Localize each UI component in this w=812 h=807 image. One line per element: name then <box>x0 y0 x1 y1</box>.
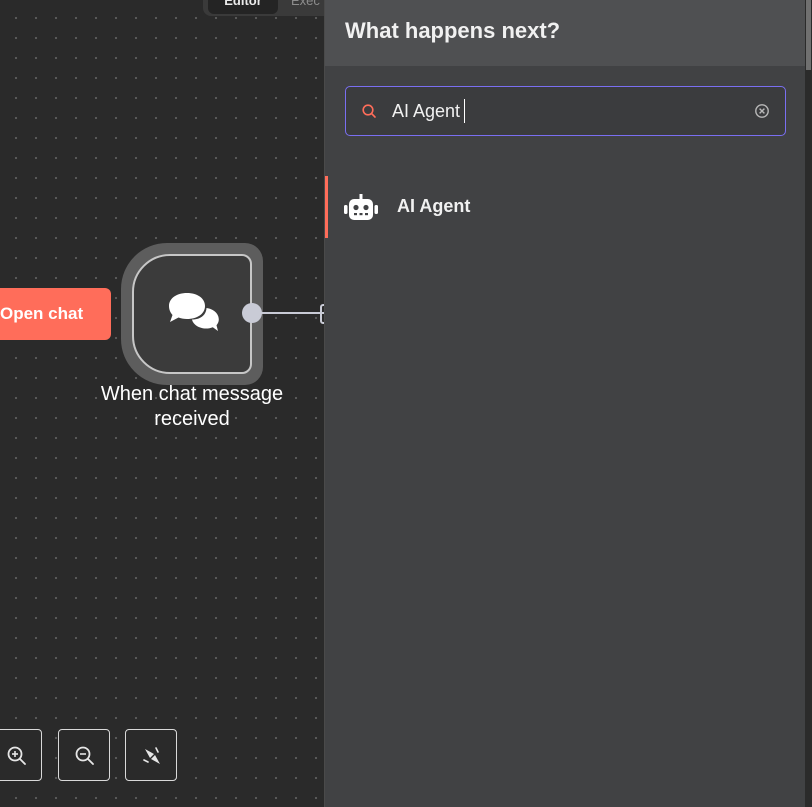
zoom-out-button[interactable] <box>58 729 110 781</box>
node-label: When chat message received <box>100 383 284 430</box>
open-chat-button[interactable]: Open chat <box>0 288 111 340</box>
result-item-ai-agent[interactable]: AI Agent <box>325 176 805 238</box>
search-input[interactable] <box>392 97 732 125</box>
clear-search-icon[interactable] <box>754 103 770 119</box>
robot-icon <box>344 194 378 220</box>
zoom-out-icon <box>75 746 94 765</box>
tidy-up-icon <box>143 747 160 764</box>
zoom-in-icon <box>7 746 26 765</box>
chat-trigger-node[interactable] <box>132 254 252 374</box>
view-tab-switcher: Editor Exec <box>203 0 324 16</box>
scrollbar-thumb[interactable] <box>806 0 811 70</box>
node-creator-panel: What happens next? AI Agent <box>324 0 806 807</box>
chat-bubbles-icon <box>169 293 219 331</box>
panel-header: What happens next? <box>325 0 806 66</box>
connection-line <box>258 312 324 314</box>
tab-editor[interactable]: Editor <box>208 0 278 14</box>
zoom-in-button[interactable] <box>0 729 42 781</box>
panel-title: What happens next? <box>345 18 561 43</box>
tab-executions[interactable]: Exec <box>291 0 320 14</box>
selected-indicator <box>325 176 328 238</box>
text-caret <box>464 99 465 123</box>
search-icon <box>362 104 376 118</box>
tidy-up-button[interactable] <box>125 729 177 781</box>
result-label: AI Agent <box>397 196 471 216</box>
scrollbar[interactable] <box>805 0 812 807</box>
search-box[interactable] <box>345 86 786 136</box>
workflow-canvas[interactable]: Editor Exec Open chat When chat message … <box>0 0 324 807</box>
